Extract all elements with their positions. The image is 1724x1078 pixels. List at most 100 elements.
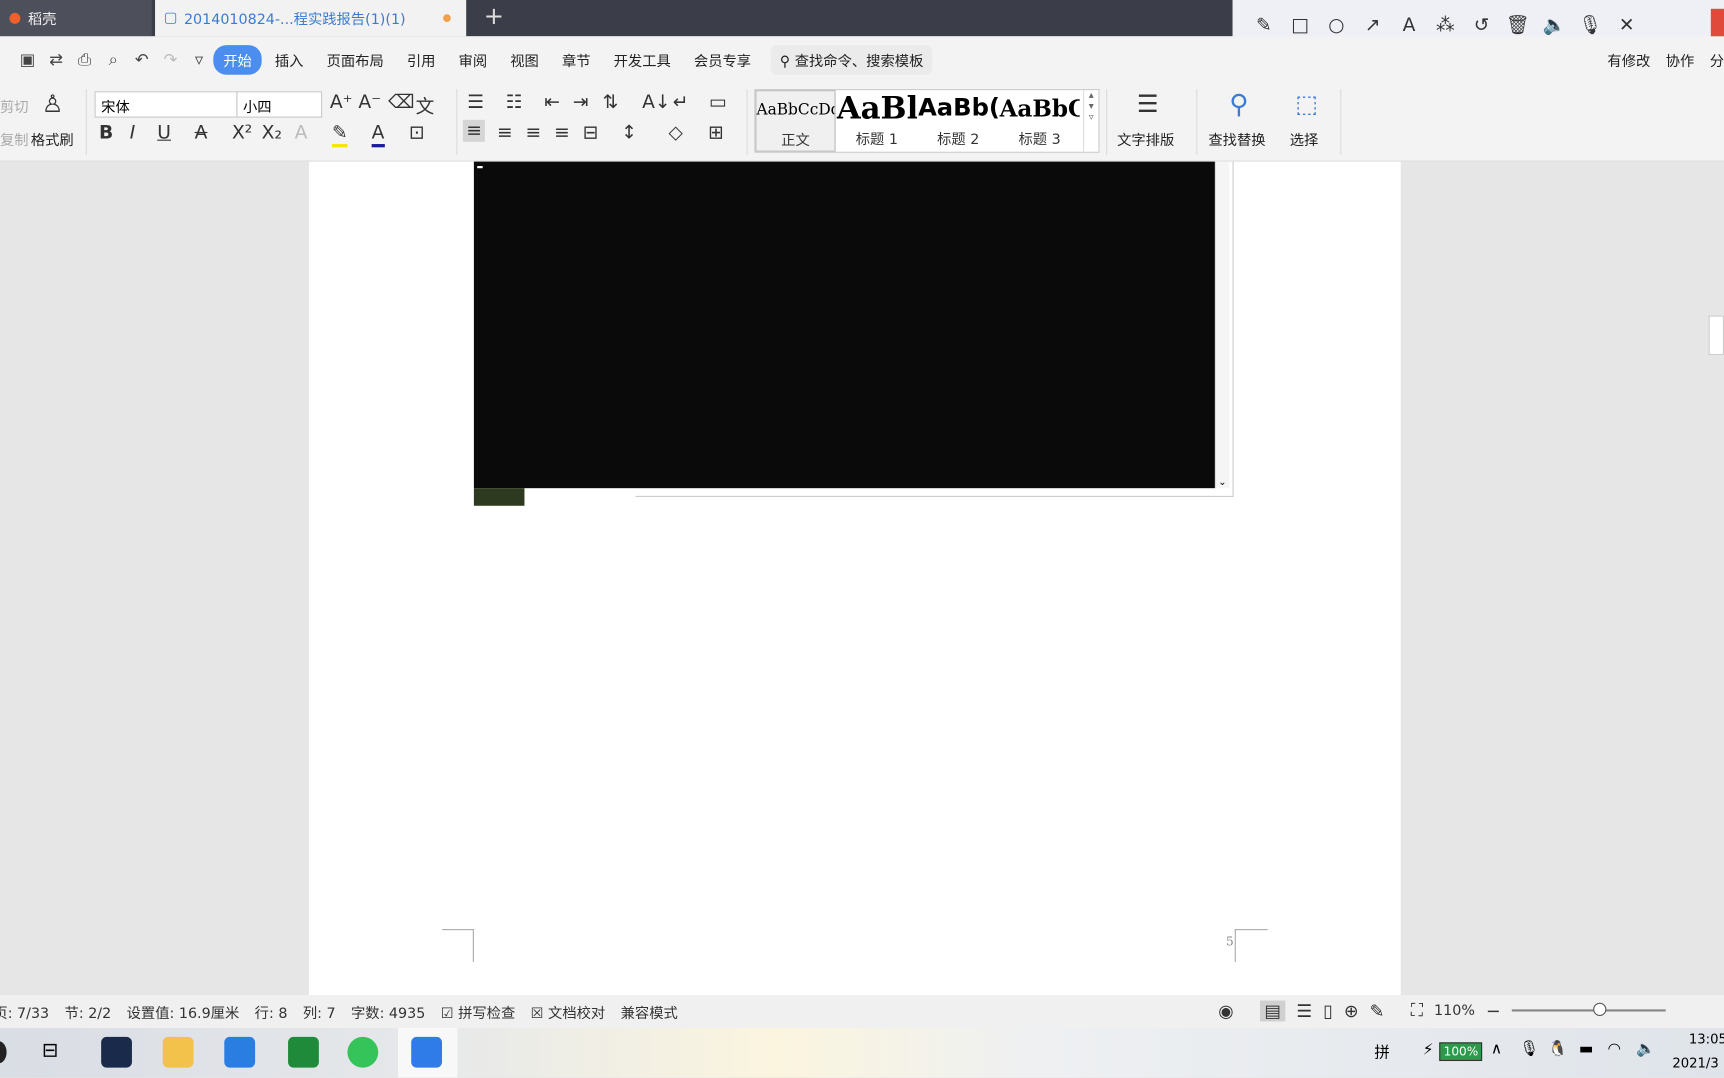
speaker-icon[interactable]: 🔈 (1536, 14, 1572, 36)
menu-chapter[interactable]: 章节 (552, 45, 600, 75)
file-explorer-icon[interactable] (162, 1036, 194, 1068)
menu-developer[interactable]: 开发工具 (604, 45, 681, 75)
menu-references[interactable]: 引用 (397, 45, 445, 75)
zoom-slider-handle[interactable] (1593, 1002, 1607, 1016)
page-count[interactable]: 页: 7/33 (0, 1001, 49, 1021)
subscript-icon[interactable]: X₂ (262, 122, 282, 144)
font-select[interactable]: 宋体 (94, 91, 238, 118)
line-spacing-icon[interactable]: ↕ (621, 122, 637, 144)
align-right-icon[interactable]: ≡ (526, 122, 542, 144)
undo-icon[interactable]: ↺ (1463, 14, 1499, 36)
wechat-icon[interactable] (347, 1036, 379, 1068)
style-scroll[interactable]: ▴ ▾ ▿ (1083, 90, 1098, 152)
menu-layout[interactable]: 页面布局 (317, 45, 394, 75)
style-heading-2[interactable]: AaBb(标题 2 (918, 90, 998, 152)
superscript-icon[interactable]: X² (232, 122, 252, 144)
print-icon[interactable]: ⎙ (70, 49, 99, 69)
sort-icon[interactable]: ⇅ (603, 91, 619, 113)
clear-format-icon[interactable]: ⌫ (388, 91, 414, 113)
outline-view-icon[interactable]: ☰ (1296, 1000, 1312, 1021)
ime-indicator[interactable]: 拼 (1374, 1041, 1389, 1063)
modified-button[interactable]: 有修改 (1607, 49, 1650, 70)
menu-insert[interactable]: 插入 (265, 45, 313, 75)
distribute-icon[interactable]: ⊟ (583, 122, 599, 144)
menu-home[interactable]: 开始 (213, 44, 262, 75)
collaborate-button[interactable]: 协作 (1666, 49, 1695, 70)
zoom-out-icon[interactable]: − (1486, 1000, 1501, 1021)
style-heading-1[interactable]: AaBl 标题 1 (837, 90, 917, 152)
web-view-icon[interactable]: ⊕ (1344, 1000, 1359, 1021)
pencil-icon[interactable]: ✎ (1246, 14, 1282, 36)
tablet-icon[interactable] (224, 1036, 256, 1068)
microphone-icon[interactable]: 🎙 (1572, 14, 1608, 36)
battery-icon[interactable]: ▬ (1579, 1040, 1594, 1058)
write-mode-icon[interactable]: ✎ (1370, 1000, 1385, 1021)
text-layout-button[interactable]: 文字排版 (1117, 129, 1174, 149)
eye-protection-icon[interactable]: ◉ (1218, 1000, 1233, 1021)
tab-document[interactable]: ▢ 2014010824-...程实践报告(1)(1) (155, 0, 467, 37)
pinyin-icon[interactable]: 文 (416, 91, 435, 119)
italic-icon[interactable]: I (130, 122, 136, 144)
page-view-icon[interactable]: ▤ (1259, 999, 1286, 1021)
line-break-icon[interactable]: ↵ (673, 91, 689, 113)
menu-review[interactable]: 审阅 (449, 45, 497, 75)
microphone-icon[interactable]: 🎙 (1520, 1040, 1540, 1058)
redo-icon[interactable]: ↷ (156, 49, 185, 69)
find-replace-button[interactable]: 查找替换 (1208, 129, 1265, 149)
spell-check-button[interactable]: ☑ 拼写检查 (441, 1001, 516, 1021)
format-painter-button[interactable]: 格式刷 (31, 129, 74, 149)
font-size-select[interactable]: 小四 (236, 91, 323, 118)
save-icon[interactable]: ▣ (13, 49, 42, 69)
export-icon[interactable]: ⇄ (42, 49, 71, 69)
shading-icon[interactable]: ◇ (668, 122, 682, 144)
align-left-icon[interactable]: ≡ (462, 119, 486, 142)
zoom-level[interactable]: 110% (1434, 1002, 1475, 1018)
rectangle-icon[interactable]: □ (1282, 14, 1318, 36)
webstorm-icon[interactable] (101, 1036, 132, 1068)
arrow-icon[interactable]: ↗ (1355, 14, 1391, 36)
fit-page-icon[interactable]: ⛶ (1411, 999, 1423, 1021)
share-button[interactable]: 分 (1710, 49, 1724, 70)
shrink-font-icon[interactable]: A⁻ (358, 91, 381, 113)
customize-icon[interactable]: ▿ (185, 49, 214, 69)
copy-button[interactable]: 复制 (0, 129, 29, 149)
trash-icon[interactable]: 🗑 (1500, 14, 1536, 36)
justify-icon[interactable]: ≡ (554, 122, 570, 144)
text-direction-icon[interactable]: A↓ (642, 91, 670, 113)
table-tools-icon[interactable]: ▭ (709, 91, 727, 113)
clock-time[interactable]: 13:05 (1689, 1031, 1724, 1046)
strikethrough-icon[interactable]: A (195, 122, 208, 144)
borders-icon[interactable]: ⊞ (708, 122, 724, 144)
word-count[interactable]: 字数: 4935 (351, 1001, 425, 1021)
wifi-icon[interactable]: ◠ (1607, 1040, 1620, 1058)
proofread-button[interactable]: ☒ 文档校对 (531, 1001, 606, 1021)
side-panel-tab[interactable] (1708, 315, 1724, 356)
qq-icon[interactable]: 🐧 (1548, 1040, 1567, 1058)
magic-wand-icon[interactable]: ⁂ (1427, 14, 1463, 36)
select-button[interactable]: 选择 (1290, 129, 1319, 149)
scroll-down-icon[interactable]: ⌄ (1218, 477, 1226, 488)
tab-docer[interactable]: ● 稻壳 (0, 0, 152, 37)
preview-icon[interactable]: ⌕ (99, 49, 128, 69)
wps-taskbar-item[interactable] (398, 1028, 458, 1078)
numbered-list-icon[interactable]: ☷ (506, 91, 523, 113)
grow-font-icon[interactable]: A⁺ (330, 91, 353, 113)
zoom-slider[interactable] (1511, 1002, 1666, 1016)
clock-date[interactable]: 2021/3 (1672, 1056, 1718, 1071)
chevron-up-icon[interactable]: ∧ (1491, 1040, 1502, 1058)
underline-icon[interactable]: U (157, 122, 171, 144)
task-view-icon[interactable]: ⊟ (42, 1039, 59, 1062)
style-heading-3[interactable]: AaBbC 标题 3 (999, 90, 1079, 152)
menu-member[interactable]: 会员专享 (684, 45, 761, 75)
command-search[interactable]: ⚲ 查找命令、搜索模板 (770, 44, 933, 75)
cut-button[interactable]: 剪切 (0, 96, 29, 116)
char-border-icon[interactable]: ⊡ (409, 122, 425, 144)
menu-view[interactable]: 视图 (500, 45, 548, 75)
volume-icon[interactable]: 🔈 (1636, 1040, 1655, 1058)
text-icon[interactable]: A (1391, 14, 1427, 36)
increase-indent-icon[interactable]: ⇥ (573, 91, 589, 113)
undo-icon[interactable]: ↶ (128, 49, 157, 69)
font-color-icon[interactable]: A (371, 122, 385, 148)
circle-icon[interactable]: ○ (1318, 14, 1354, 36)
text-effect-icon[interactable]: A (295, 122, 308, 144)
